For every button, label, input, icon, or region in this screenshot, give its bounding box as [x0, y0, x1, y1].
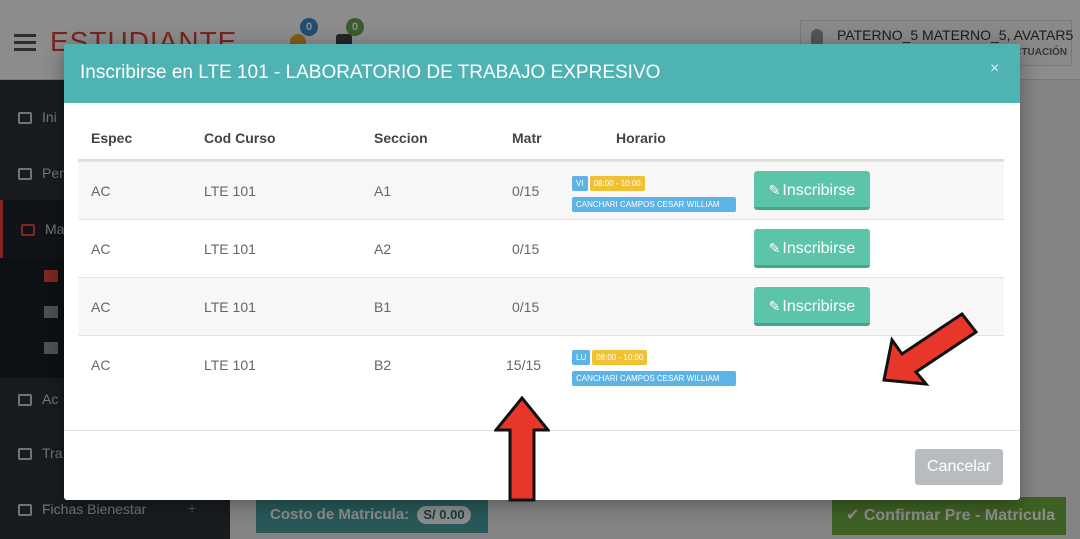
col-header-espec: Espec: [91, 130, 133, 146]
cell-espec: AC: [91, 241, 111, 257]
inscribirse-label: Inscribirse: [782, 298, 856, 315]
col-header-horario: Horario: [616, 130, 666, 146]
col-header-seccion: Seccion: [374, 130, 428, 146]
table-row: AC LTE 101 A2 0/15 ✎ Inscribirse: [78, 219, 1004, 277]
cell-cod-curso: LTE 101: [204, 183, 256, 199]
schedule: LU 08:00 - 10:00 CANCHARI CAMPOS CESAR WI…: [572, 350, 736, 386]
col-header-matr: Matr: [512, 130, 542, 146]
inscribirse-label: Inscribirse: [782, 182, 856, 199]
cell-seccion: B2: [374, 357, 392, 373]
modal-title: Inscribirse en LTE 101 - LABORATORIO DE …: [80, 62, 661, 83]
schedule-day-badge: VI: [572, 176, 588, 191]
schedule-professor-badge: CANCHARI CAMPOS CESAR WILLIAM: [572, 197, 736, 212]
arrow-diagonal-icon: [882, 311, 979, 386]
inscribirse-label: Inscribirse: [782, 240, 856, 257]
cell-espec: AC: [91, 357, 111, 373]
table-row: AC LTE 101 A1 0/15 VI 08:00 - 10:00 CANCH…: [78, 161, 1004, 219]
cancel-button[interactable]: Cancelar: [915, 449, 1003, 485]
table-row: AC LTE 101 B1 0/15 ✎ Inscribirse: [78, 277, 1004, 335]
schedule-time-badge: 08:00 - 10:00: [592, 350, 648, 365]
cell-matr: 0/15: [512, 183, 540, 199]
modal-header: Inscribirse en LTE 101 - LABORATORIO DE …: [64, 44, 1020, 103]
cell-cod-curso: LTE 101: [204, 241, 256, 257]
pencil-icon: ✎: [768, 298, 781, 314]
cell-espec: AC: [91, 183, 111, 199]
inscribirse-button[interactable]: ✎ Inscribirse: [754, 229, 870, 268]
schedule-day-badge: LU: [572, 350, 591, 365]
schedule-time-badge: 08:00 - 10:00: [589, 176, 645, 191]
cell-matr: 0/15: [512, 241, 540, 257]
cell-espec: AC: [91, 299, 111, 315]
schedule: VI 08:00 - 10:00 CANCHARI CAMPOS CESAR WI…: [572, 176, 736, 212]
pencil-icon: ✎: [768, 182, 781, 198]
pencil-icon: ✎: [768, 240, 781, 256]
cell-cod-curso: LTE 101: [204, 299, 256, 315]
close-icon[interactable]: ×: [990, 60, 999, 78]
inscribirse-button[interactable]: ✎ Inscribirse: [754, 287, 870, 326]
col-header-cod-curso: Cod Curso: [204, 130, 276, 146]
cell-matr: 15/15: [506, 357, 542, 373]
cell-cod-curso: LTE 101: [204, 357, 256, 373]
cell-matr: 0/15: [512, 299, 540, 315]
arrow-up-icon: [494, 396, 550, 502]
cell-seccion: A2: [374, 241, 392, 257]
cell-seccion: B1: [374, 299, 392, 315]
inscribirse-button[interactable]: ✎ Inscribirse: [754, 171, 870, 210]
schedule-professor-badge: CANCHARI CAMPOS CESAR WILLIAM: [572, 371, 736, 386]
cell-seccion: A1: [374, 183, 392, 199]
table-row: AC LTE 101 B2 15/15 LU 08:00 - 10:00 CANC…: [78, 335, 1004, 393]
